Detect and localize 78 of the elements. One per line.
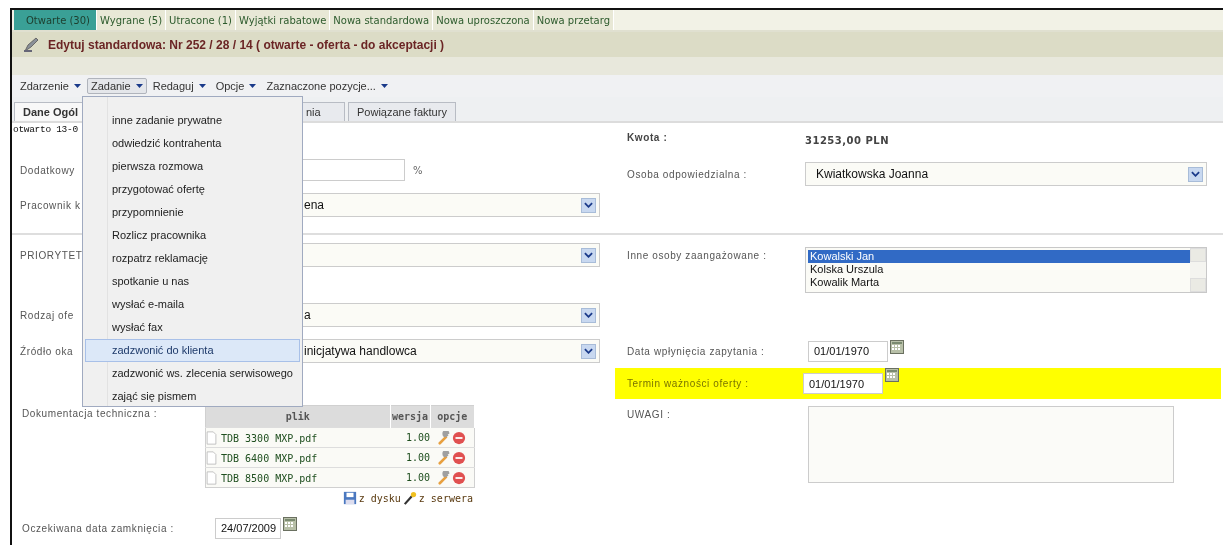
magic-wand-icon [402,491,417,505]
unit-label: % [413,164,423,176]
field-label: UWAGI : [626,408,672,420]
calendar-icon[interactable] [890,340,904,354]
menu-item[interactable]: Zaznaczone pozycje... [262,78,392,94]
chevron-down-icon [1188,166,1203,182]
menu-option[interactable]: zająć się pismem [85,385,300,408]
list-option[interactable]: Kolska Urszula [808,263,1190,276]
upload-link[interactable]: z dysku [358,492,401,504]
tab[interactable]: Powiązane faktury [348,102,456,121]
field-label: Termin ważności oferty : [626,378,750,389]
caret-icon [249,84,257,88]
caret-icon [73,84,81,88]
field-label: Inne osoby zaangażowane : [626,249,768,261]
field-label: Osoba odpowiedzialna : [626,168,748,180]
accent-strip [14,10,20,30]
chevron-down-icon [581,343,596,359]
date-field[interactable]: 24/07/2009 [215,517,281,539]
amount-value: 31253,00 PLN [805,134,890,146]
date-field[interactable]: 01/01/1970 [808,340,888,362]
menu-option[interactable]: rozpatrz reklamację [85,247,300,270]
menu-item[interactable]: Zdarzenie [16,78,85,94]
wrench-icon[interactable] [438,450,452,465]
menu-option[interactable]: odwiedzić kontrahenta [85,132,300,155]
menu-option[interactable]: zadzwonić ws. zlecenia serwisowego [85,362,300,385]
caret-icon [135,84,143,88]
column-header: plik [205,405,390,428]
date-field[interactable]: 01/01/1970 [803,373,883,394]
list-option[interactable]: Kowalski Jan [808,250,1190,263]
pen-icon [22,35,40,54]
menu-option[interactable]: spotkanie u nas [85,270,300,293]
field-label: Rodzaj ofe [20,309,74,321]
field-label: Dodatkowy [20,164,75,176]
field-label: Oczekiwana data zamknięcia : [21,522,175,534]
nav-tab[interactable]: Utracone (1) [166,10,236,30]
field-label: Pracownik k [20,199,81,211]
wrench-icon[interactable] [438,430,452,445]
calendar-icon[interactable] [283,517,297,531]
table-cell: 1.00 [390,427,430,448]
wrench-icon[interactable] [438,470,452,485]
list-box[interactable]: Kowalski Jan Kolska Urszula Kowalik Marta [805,247,1207,293]
scroll-bar[interactable] [1190,248,1206,292]
menu-item[interactable]: Zadanie [86,78,147,94]
remove-icon[interactable] [452,470,466,485]
nav-tab[interactable]: Nowa uproszczona [433,10,534,30]
remove-icon[interactable] [452,430,466,445]
page-title: Edytuj standardowa: Nr 252 / 28 / 14 ( otwarte - oferta - do akceptacji ) [48,37,445,52]
column-header: opcje [430,405,475,428]
nav-tab[interactable]: Nowa standardowa [330,10,434,30]
caret-icon [198,84,206,88]
field-label: Data wpłynięcia zapytania : [626,345,766,357]
menu-item[interactable]: Redaguj [148,78,210,94]
upload-link[interactable]: z serwera [418,492,473,504]
chevron-down-icon [581,197,596,213]
field-label: Dokumentacja techniczna : [21,407,159,419]
select-field[interactable]: Kwiatkowska Joanna [805,162,1207,186]
remove-icon[interactable] [452,450,466,465]
nav-tab[interactable]: Wygrane (5) [97,10,167,30]
calendar-icon[interactable] [885,368,899,382]
chevron-down-icon [581,307,596,323]
nav-tab[interactable]: Nowa przetarg [533,10,615,30]
list-option[interactable]: Kowalik Marta [808,276,1190,289]
opened-date: otwarto 13-0 [12,123,79,137]
nav-tab[interactable]: Otwarte (30) [20,10,97,30]
menu-option[interactable]: Rozlicz pracownika [85,224,300,247]
table-cell: 1.00 [390,467,430,488]
menu-item[interactable]: Opcje [211,78,261,94]
chevron-down-icon [581,247,596,263]
amount-label: Kwota : [626,131,669,143]
field-label: Źródło oka [20,345,74,357]
field-label: PRIORYTET [20,249,83,261]
menu-option[interactable]: zadzwonić do klienta [85,339,300,362]
menu-option[interactable]: pierwsza rozmowa [85,155,300,178]
nav-tab[interactable]: Wyjątki rabatowe [236,10,331,30]
column-header: wersja [390,405,430,428]
text-area[interactable] [808,406,1174,483]
table-cell: 1.00 [390,447,430,468]
caret-icon [380,84,388,88]
